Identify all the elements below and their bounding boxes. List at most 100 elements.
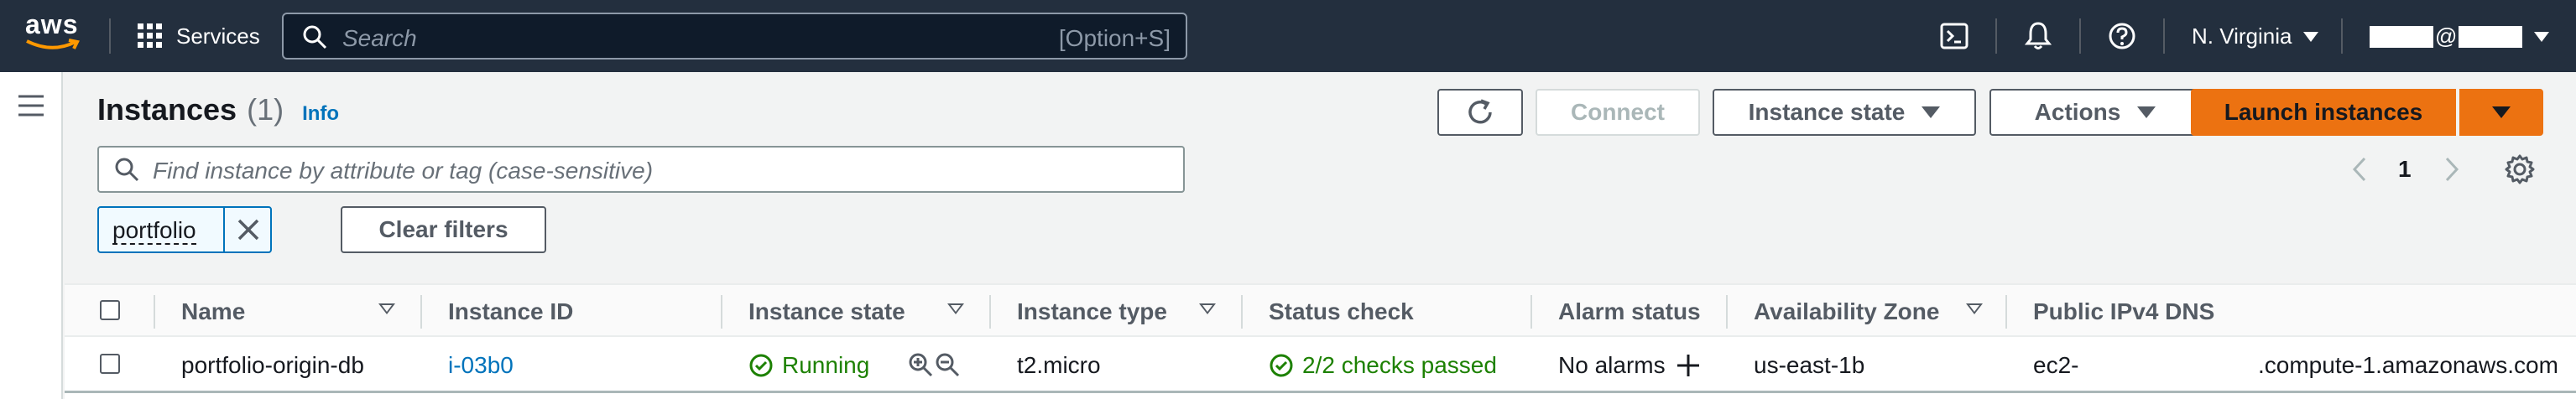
instance-count: (1)	[247, 92, 284, 127]
nav-divider	[2341, 18, 2343, 54]
refresh-button[interactable]	[1437, 89, 1523, 136]
chevron-down-icon	[2303, 31, 2319, 42]
column-separator	[721, 295, 722, 329]
column-header-status-check[interactable]: Status check	[1269, 298, 1414, 325]
column-header-alarm-status[interactable]: Alarm status	[1558, 298, 1701, 325]
nav-divider	[109, 18, 111, 54]
page-title: Instances	[97, 92, 237, 127]
sort-caret-icon[interactable]	[1966, 303, 1983, 314]
instance-state-text: Running	[782, 352, 870, 378]
check-circle-icon	[749, 354, 773, 377]
column-header-instance-id[interactable]: Instance ID	[448, 298, 573, 325]
filter-placeholder: Find instance by attribute or tag (case-…	[153, 158, 654, 184]
instances-table: Name Instance ID Instance state Instance…	[65, 283, 2576, 399]
settings-gear-icon[interactable]	[2504, 153, 2536, 185]
hamburger-menu-icon[interactable]	[17, 94, 45, 117]
chevron-left-icon[interactable]	[2351, 156, 2368, 183]
services-menu[interactable]: Services	[136, 22, 260, 50]
actions-label: Actions	[2034, 99, 2121, 125]
remove-filter-button[interactable]	[223, 208, 272, 251]
zoom-out-icon[interactable]	[935, 352, 960, 377]
search-icon	[303, 25, 327, 49]
instance-state-label: Instance state	[1748, 99, 1906, 125]
connect-label: Connect	[1571, 99, 1665, 125]
cell-status-check: 2/2 checks passed	[1269, 352, 1497, 379]
column-header-public-ipv4-dns[interactable]: Public IPv4 DNS	[2033, 298, 2214, 325]
cell-instance-id-link[interactable]: i-03b0	[448, 352, 514, 379]
table-header: Name Instance ID Instance state Instance…	[65, 283, 2576, 337]
launch-instances-label: Launch instances	[2224, 99, 2423, 125]
column-header-availability-zone[interactable]: Availability Zone	[1754, 298, 1939, 325]
cell-instance-type: t2.micro	[1017, 352, 1101, 378]
filter-token: portfolio	[97, 206, 272, 253]
instance-state-dropdown[interactable]: Instance state	[1713, 89, 1976, 136]
caret-down-icon	[2137, 106, 2156, 118]
launch-instances-dropdown[interactable]	[2459, 89, 2543, 136]
chevron-down-icon	[2534, 31, 2550, 42]
sort-caret-icon[interactable]	[947, 303, 964, 314]
column-separator	[420, 295, 422, 329]
table-bottom-border	[65, 391, 2576, 393]
cell-availability-zone: us-east-1b	[1754, 352, 1865, 378]
nav-divider	[2163, 18, 2165, 54]
aws-smile-icon	[26, 39, 80, 49]
column-separator	[154, 295, 155, 329]
column-separator	[1530, 295, 1532, 329]
close-icon	[237, 219, 259, 241]
search-placeholder: Search	[342, 25, 417, 51]
region-label: N. Virginia	[2192, 23, 2292, 49]
column-separator	[2005, 295, 2007, 329]
cell-dns-prefix: ec2-	[2033, 352, 2079, 378]
refresh-icon	[1468, 99, 1492, 124]
add-alarm-icon[interactable]	[1676, 353, 1701, 378]
clear-filters-label: Clear filters	[378, 216, 508, 242]
notifications-bell-icon[interactable]	[2024, 21, 2052, 51]
column-header-instance-state[interactable]: Instance state	[748, 298, 905, 325]
chevron-right-icon[interactable]	[2443, 156, 2460, 183]
cell-instance-state: Running	[748, 352, 869, 379]
clear-filters-button[interactable]: Clear filters	[341, 206, 546, 253]
grid-icon	[138, 23, 162, 48]
instance-filter-input[interactable]: Find instance by attribute or tag (case-…	[97, 146, 1185, 193]
alarm-status-text: No alarms	[1558, 352, 1666, 378]
cloudshell-icon[interactable]	[1940, 22, 1969, 50]
help-icon[interactable]	[2108, 22, 2136, 50]
account-at: @	[2435, 23, 2458, 49]
search-icon	[115, 158, 139, 182]
row-select-checkbox[interactable]	[100, 354, 120, 374]
aws-logo[interactable]: aws	[25, 10, 84, 57]
aws-logo-text: aws	[25, 9, 79, 39]
side-navigation	[0, 72, 63, 399]
status-check-text: 2/2 checks passed	[1302, 352, 1497, 378]
cell-dns-suffix: .compute-1.amazonaws.com	[2258, 352, 2558, 378]
filter-token-label[interactable]: portfolio	[112, 218, 196, 245]
zoom-in-icon[interactable]	[908, 352, 933, 377]
connect-button[interactable]: Connect	[1536, 89, 1700, 136]
page-title-row: Instances (1) Info	[97, 92, 339, 127]
column-separator	[989, 295, 991, 329]
nav-divider	[2079, 18, 2081, 54]
search-shortcut: [Option+S]	[1058, 25, 1171, 51]
info-link[interactable]: Info	[302, 102, 339, 126]
launch-instances-button[interactable]: Launch instances	[2191, 89, 2456, 136]
account-redacted-block	[2370, 25, 2433, 48]
check-circle-icon	[1270, 354, 1293, 377]
cell-name: portfolio-origin-db	[181, 352, 364, 378]
account-redacted-block	[2459, 25, 2523, 48]
select-all-checkbox[interactable]	[100, 300, 120, 320]
actions-dropdown[interactable]: Actions	[1989, 89, 2201, 136]
column-separator	[1726, 295, 1728, 329]
sort-caret-icon[interactable]	[1199, 303, 1216, 314]
services-label: Services	[176, 23, 260, 49]
search-input[interactable]: Search [Option+S]	[282, 13, 1187, 60]
column-header-instance-type[interactable]: Instance type	[1017, 298, 1167, 325]
account-menu[interactable]: @	[2370, 23, 2550, 49]
column-separator	[1241, 295, 1243, 329]
sort-caret-icon[interactable]	[378, 303, 395, 314]
zoom-controls	[908, 352, 960, 377]
region-selector[interactable]: N. Virginia	[2192, 23, 2319, 49]
cell-alarm-status: No alarms	[1558, 352, 1701, 379]
page-number[interactable]: 1	[2398, 156, 2412, 183]
column-header-name[interactable]: Name	[181, 298, 245, 325]
caret-down-icon	[2492, 106, 2511, 118]
